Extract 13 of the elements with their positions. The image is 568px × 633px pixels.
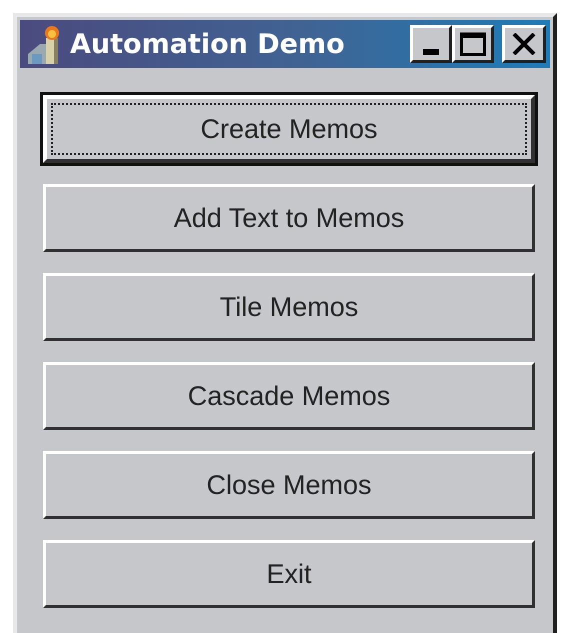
command-button[interactable]: Exit [43,540,535,608]
command-button[interactable]: Close Memos [43,451,535,519]
command-button[interactable]: Tile Memos [43,273,535,341]
window-title: Automation Demo [70,28,346,60]
maximize-button[interactable] [452,25,494,63]
maximize-icon [460,32,486,56]
command-button[interactable]: Create Memos [43,95,535,163]
minimize-icon [423,49,439,55]
command-button[interactable]: Cascade Memos [43,362,535,430]
close-button[interactable] [502,25,546,63]
command-button[interactable]: Add Text to Memos [43,184,535,252]
minimize-button[interactable] [410,25,452,63]
close-icon [512,33,536,55]
